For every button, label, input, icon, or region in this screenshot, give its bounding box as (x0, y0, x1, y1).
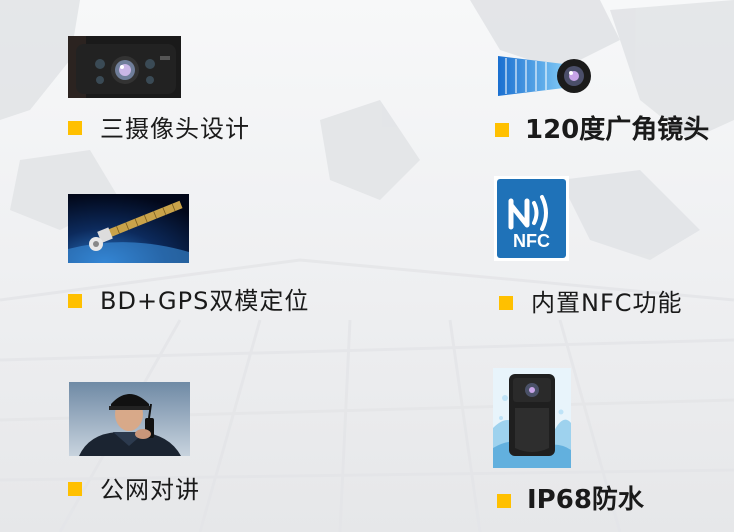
bullet-marker (499, 296, 513, 310)
satellite-image (68, 194, 189, 263)
feature-label-waterproof: IP68防水 (527, 485, 644, 515)
nfc-badge-text: NFC (513, 231, 550, 251)
bullet-marker (497, 494, 511, 508)
feature-label-wide-angle: 120度广角镜头 (525, 115, 710, 145)
feature-label-intercom: 公网对讲 (100, 476, 200, 504)
walkie-talkie-officer-image (69, 382, 190, 456)
bullet-marker (68, 121, 82, 135)
feature-label-positioning: BD+GPS双模定位 (100, 287, 310, 315)
waterproof-camera-image (493, 368, 571, 468)
feature-label-nfc: 内置NFC功能 (531, 289, 683, 317)
feature-label-triple-camera: 三摄像头设计 (100, 115, 250, 143)
wide-angle-lens-image (498, 52, 592, 98)
bullet-marker (495, 123, 509, 137)
bullet-marker (68, 482, 82, 496)
triple-camera-image (68, 36, 181, 98)
nfc-icon: NFC (494, 176, 569, 261)
bullet-marker (68, 294, 82, 308)
